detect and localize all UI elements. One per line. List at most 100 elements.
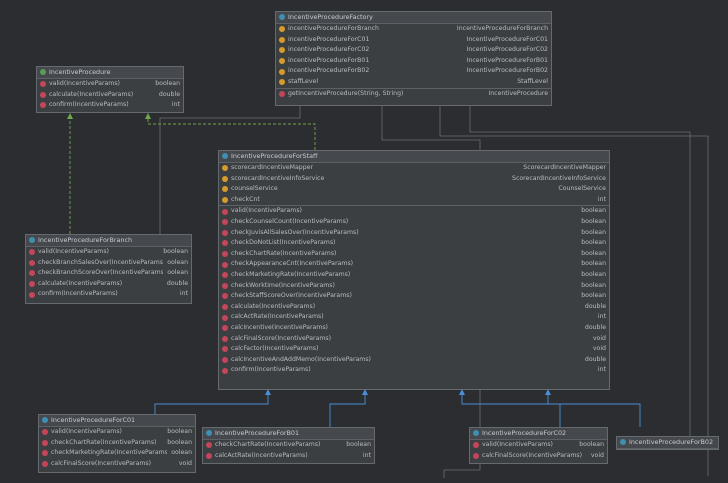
field-row-check-cnt[interactable]: checkCnt int — [219, 195, 609, 206]
field-row-incentive-procedure-for-c01[interactable]: incentiveProcedureForC01 IncentiveProcedu… — [276, 35, 551, 46]
method-row-valid[interactable]: valid(IncentiveParams) boolean — [470, 440, 607, 451]
method-icon — [473, 452, 479, 459]
method-row-calc-final-score[interactable]: calcFinalScore(IncentiveParams) void — [39, 459, 195, 470]
class-box-incentive-procedure-for-staff[interactable]: IncentiveProcedureForStaff scorecardIncen… — [218, 150, 610, 390]
method-signature: checkChartRate(IncentiveParams) — [231, 249, 337, 257]
method-signature: checkBranchScoreOver(IncentiveParams) — [38, 269, 164, 277]
interface-icon — [40, 68, 46, 75]
class-box-incentive-procedure-factory[interactable]: IncentiveProcedureFactory incentiveProced… — [275, 11, 552, 106]
method-row-calc-incentive[interactable]: calcIncentive(IncentiveParams) double — [219, 323, 609, 334]
method-row-calc-incentive-and-add-memo[interactable]: calcIncentiveAndAddMemo(IncentiveParams)… — [219, 355, 609, 366]
method-icon — [222, 208, 228, 215]
class-icon — [206, 429, 212, 436]
staff-implements-arrowhead — [145, 113, 151, 119]
method-row-check-branch-sales-over[interactable]: checkBranchSalesOver(IncentiveParams) ool… — [26, 258, 191, 269]
method-row-check-do-not-list[interactable]: checkDoNotList(IncentiveParams) boolean — [219, 238, 609, 249]
class-box-incentive-procedure-for-b02[interactable]: IncentiveProcedureForB02 — [616, 436, 719, 450]
class-icon — [42, 416, 48, 423]
field-name: incentiveProcedureForB01 — [288, 56, 370, 64]
method-row-calc-act-rate[interactable]: calcActRate(IncentiveParams) int — [219, 312, 609, 323]
box-header[interactable]: IncentiveProcedureForB01 — [203, 428, 374, 440]
field-row-incentive-procedure-for-b01[interactable]: incentiveProcedureForB01 IncentiveProcedu… — [276, 56, 551, 67]
method-row-valid[interactable]: valid(IncentiveParams) boolean — [37, 79, 183, 90]
method-signature: calcFinalScore(IncentiveParams) — [482, 451, 583, 459]
method-icon — [222, 314, 228, 321]
method-signature: checkAppearanceCnt(IncentiveParams) — [231, 260, 354, 268]
method-row-valid[interactable]: valid(IncentiveParams) boolean — [39, 427, 195, 438]
method-signature: checkMarketingRate(IncentiveParams) — [51, 449, 168, 457]
method-row-check-branch-score-over[interactable]: checkBranchScoreOver(IncentiveParams) ool… — [26, 268, 191, 279]
method-row-confirm[interactable]: confirm(IncentiveParams) int — [37, 100, 183, 111]
method-icon — [222, 293, 228, 300]
box-header[interactable]: IncentiveProcedure — [37, 67, 183, 79]
method-row-calculate[interactable]: calculate(IncentiveParams) double — [37, 90, 183, 101]
method-row-valid[interactable]: valid(IncentiveParams) boolean — [26, 247, 191, 258]
return-type: boolean — [581, 217, 606, 225]
method-signature: checkChartRate(IncentiveParams) — [215, 441, 321, 448]
return-type: double — [166, 279, 188, 287]
class-box-incentive-procedure-for-branch[interactable]: IncentiveProcedureForBranch valid(Incenti… — [25, 234, 192, 304]
box-title: IncentiveProcedureFactory — [288, 13, 373, 21]
field-type: ScorecardIncentiveMapper — [523, 164, 606, 171]
method-row-check-chart-rate[interactable]: checkChartRate(IncentiveParams) boolean — [203, 440, 374, 451]
class-box-incentive-procedure-for-c02[interactable]: IncentiveProcedureForC02 valid(IncentiveP… — [469, 427, 608, 464]
method-row-get-incentive-procedure[interactable]: getIncentiveProcedure(String, String) Inc… — [276, 87, 551, 100]
return-type: boolean — [581, 292, 606, 300]
method-row-check-juvis-all-sales-over[interactable]: checkJuvisAllSalesOver(IncentiveParams) b… — [219, 228, 609, 239]
method-row-check-chart-rate[interactable]: checkChartRate(IncentiveParams) boolean — [219, 249, 609, 260]
return-type: boolean — [581, 249, 606, 257]
method-signature: confirm(IncentiveParams) — [49, 101, 129, 109]
box-header[interactable]: IncentiveProcedureForStaff — [219, 151, 609, 163]
method-row-check-counsel-count[interactable]: checkCounselCount(IncentiveParams) boolea… — [219, 217, 609, 228]
box-header[interactable]: IncentiveProcedureFactory — [276, 12, 551, 24]
method-row-check-marketing-rate[interactable]: checkMarketingRate(IncentiveParams) boole… — [219, 270, 609, 281]
method-row-check-marketing-rate[interactable]: checkMarketingRate(IncentiveParams) oolea… — [39, 448, 195, 459]
method-row-valid[interactable]: valid(IncentiveParams) boolean — [219, 205, 609, 217]
method-row-calc-factor[interactable]: calcFactor(IncentiveParams) void — [219, 344, 609, 355]
method-row-calc-final-score[interactable]: calcFinalScore(IncentiveParams) void — [219, 334, 609, 345]
field-row-scorecard-incentive-info-service[interactable]: scorecardIncentiveInfoService ScorecardIn… — [219, 174, 609, 185]
return-type: boolean — [581, 260, 606, 268]
method-icon — [222, 356, 228, 363]
field-icon — [279, 58, 285, 65]
method-signature: confirm(IncentiveParams) — [231, 366, 311, 374]
staff-implements-line — [147, 118, 316, 150]
box-header[interactable]: IncentiveProcedureForC01 — [39, 415, 195, 427]
method-signature: checkBranchSalesOver(IncentiveParams) — [38, 258, 164, 266]
field-row-staff-level[interactable]: staffLevel StaffLevel — [276, 77, 551, 88]
field-row-counsel-service[interactable]: counselService CounselService — [219, 184, 609, 195]
method-row-confirm[interactable]: confirm(IncentiveParams) int — [26, 289, 191, 300]
return-type: double — [584, 323, 606, 331]
return-type: boolean — [167, 438, 192, 446]
method-signature: calculate(IncentiveParams) — [38, 279, 123, 287]
method-signature: valid(IncentiveParams) — [49, 80, 120, 87]
field-row-incentive-procedure-for-branch[interactable]: incentiveProcedureForBranch IncentiveProc… — [276, 24, 551, 35]
method-icon — [473, 442, 479, 449]
method-row-check-chart-rate[interactable]: checkChartRate(IncentiveParams) boolean — [39, 438, 195, 449]
method-row-check-worktime[interactable]: checkWorktime(IncentiveParams) boolean — [219, 281, 609, 292]
class-box-incentive-procedure-for-b01[interactable]: IncentiveProcedureForB01 checkChartRate(I… — [202, 427, 375, 464]
method-row-check-staff-score-over[interactable]: checkStaffScoreOver(IncentiveParams) bool… — [219, 291, 609, 302]
method-row-calc-final-score[interactable]: calcFinalScore(IncentiveParams) void — [470, 451, 607, 462]
field-row-scorecard-incentive-mapper[interactable]: scorecardIncentiveMapper ScorecardIncenti… — [219, 163, 609, 174]
c01-extends-line — [154, 393, 269, 414]
method-row-calculate[interactable]: calculate(IncentiveParams) double — [26, 279, 191, 290]
method-row-calc-act-rate[interactable]: calcActRate(IncentiveParams) int — [203, 451, 374, 462]
method-row-calculate[interactable]: calculate(IncentiveParams) double — [219, 302, 609, 313]
method-icon — [40, 91, 46, 98]
method-icon — [222, 346, 228, 353]
field-row-incentive-procedure-for-c02[interactable]: incentiveProcedureForC02 IncentiveProcedu… — [276, 45, 551, 56]
method-icon — [222, 335, 228, 342]
field-icon — [222, 165, 228, 172]
return-type: boolean — [579, 441, 604, 448]
box-header[interactable]: IncentiveProcedureForBranch — [26, 235, 191, 247]
field-type: StaffLevel — [517, 77, 548, 85]
method-row-check-appearance-cnt[interactable]: checkAppearanceCnt(IncentiveParams) boole… — [219, 259, 609, 270]
class-box-incentive-procedure-for-c01[interactable]: IncentiveProcedureForC01 valid(IncentiveP… — [38, 414, 196, 473]
method-row-confirm[interactable]: confirm(IncentiveParams) int — [219, 365, 609, 376]
method-signature: checkWorktime(IncentiveParams) — [231, 281, 335, 289]
box-header[interactable]: IncentiveProcedureForC02 — [470, 428, 607, 440]
box-header[interactable]: IncentiveProcedureForB02 — [617, 437, 718, 449]
field-row-incentive-procedure-for-b02[interactable]: incentiveProcedureForB02 IncentiveProcedu… — [276, 66, 551, 77]
interface-box-incentive-procedure[interactable]: IncentiveProcedure valid(IncentiveParams)… — [36, 66, 184, 113]
